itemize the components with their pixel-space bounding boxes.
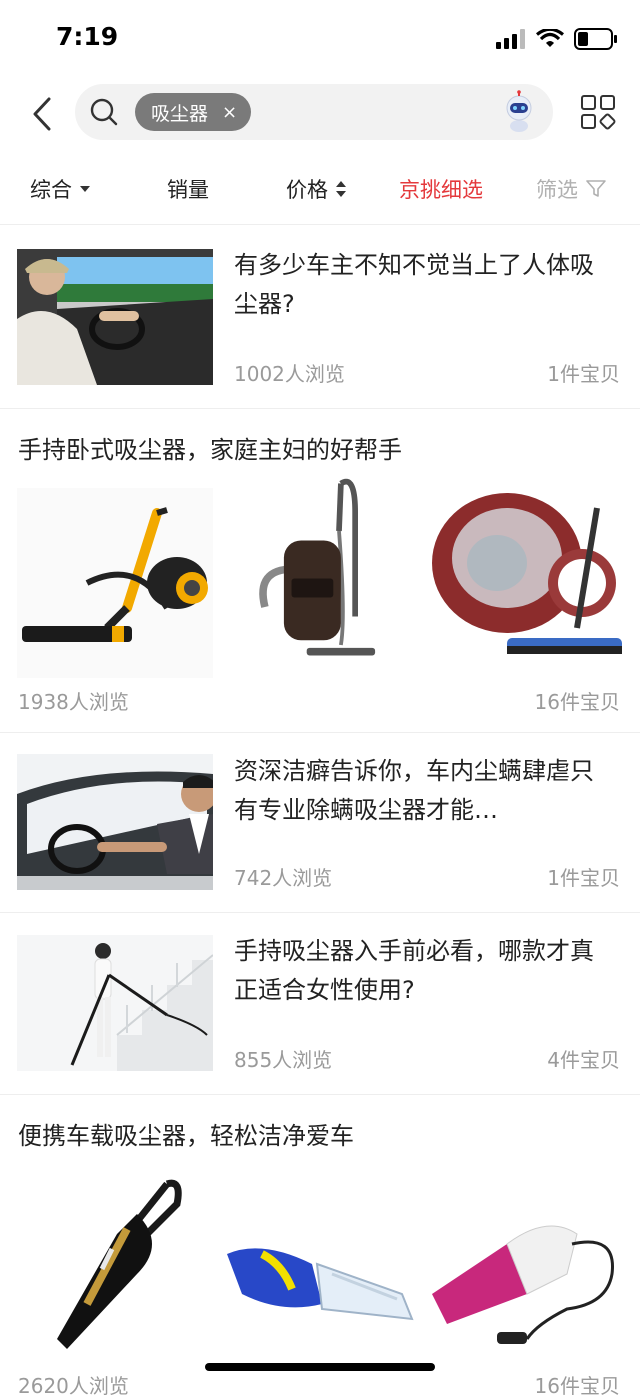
article-title: 便携车载吸尘器，轻松洁净爱车: [18, 1122, 354, 1150]
filter-button[interactable]: 筛选: [536, 174, 606, 204]
article-thumbnail: [17, 249, 213, 385]
article-card[interactable]: 有多少车主不知不觉当上了人体吸尘器? 1002人浏览 1件宝贝: [0, 226, 640, 409]
sort-comprehensive-label: 综合: [30, 178, 72, 202]
article-thumbnail: [17, 754, 213, 890]
article-title: 资深洁癖告诉你，车内尘螨肆虐只有专业除螨吸尘器才能…: [234, 757, 594, 824]
search-input[interactable]: 吸尘器 ×: [75, 84, 553, 140]
sort-price[interactable]: 价格: [286, 174, 346, 204]
article-card[interactable]: 资深洁癖告诉你，车内尘螨肆虐只有专业除螨吸尘器才能… 742人浏览 1件宝贝: [0, 732, 640, 913]
article-views: 855人浏览: [234, 1048, 333, 1072]
article-card[interactable]: 便携车载吸尘器，轻松洁净爱车 2620人浏览 16件宝贝: [0, 1094, 640, 1398]
article-item-count: 1件宝贝: [547, 866, 620, 890]
grid-view-icon[interactable]: [580, 94, 616, 130]
article-item-count: 16件宝贝: [534, 1374, 620, 1398]
product-image-cyclone-vacuum: [427, 488, 623, 678]
article-title: 手持吸尘器入手前必看，哪款才真正适合女性使用?: [234, 937, 594, 1004]
wifi-icon: [536, 29, 564, 47]
sort-price-label: 价格: [286, 178, 328, 202]
back-button[interactable]: [22, 92, 62, 136]
article-views: 1002人浏览: [234, 362, 345, 386]
home-indicator[interactable]: [205, 1363, 435, 1371]
caret-down-icon: [80, 186, 90, 192]
chevron-left-icon: [33, 97, 51, 131]
search-keyword: 吸尘器: [151, 102, 209, 125]
signal-icon: [496, 29, 525, 49]
article-title: 有多少车主不知不觉当上了人体吸尘器?: [234, 251, 594, 318]
product-image-canister-vacuum: [226, 474, 414, 664]
article-item-count: 16件宝贝: [534, 690, 620, 714]
battery-icon: [574, 28, 617, 50]
article-title: 手持卧式吸尘器，家庭主妇的好帮手: [18, 436, 402, 464]
article-thumbnail: [17, 935, 213, 1071]
article-views: 1938人浏览: [18, 690, 129, 714]
sort-comprehensive[interactable]: 综合: [30, 174, 90, 204]
chip-close-icon[interactable]: ×: [222, 102, 237, 123]
status-bar: 7:19: [0, 0, 640, 78]
sort-sales[interactable]: 销量: [167, 174, 209, 204]
status-time: 7:19: [56, 22, 119, 51]
article-item-count: 4件宝贝: [547, 1048, 620, 1072]
article-views: 742人浏览: [234, 866, 333, 890]
sort-jd-selected-label: 京挑细选: [399, 178, 483, 202]
filter-label: 筛选: [536, 178, 578, 202]
article-card[interactable]: 手持吸尘器入手前必看，哪款才真正适合女性使用? 855人浏览 4件宝贝: [0, 912, 640, 1095]
sort-sales-label: 销量: [167, 178, 209, 202]
search-header: 吸尘器 ×: [0, 78, 640, 150]
sort-jd-selected[interactable]: 京挑细选: [399, 174, 483, 204]
sort-arrows-icon: [336, 181, 346, 197]
status-icons: [496, 28, 618, 50]
article-item-count: 1件宝贝: [547, 362, 620, 386]
filter-icon: [586, 180, 606, 197]
sort-bar: 综合 销量 价格 京挑细选 筛选: [0, 160, 640, 225]
robot-assistant-icon[interactable]: [497, 90, 541, 134]
search-keyword-chip[interactable]: 吸尘器 ×: [135, 93, 252, 131]
search-icon: [90, 98, 118, 126]
article-card[interactable]: 手持卧式吸尘器，家庭主妇的好帮手 1938人浏览 16件宝贝: [0, 408, 640, 733]
product-image-handheld-vacuum-gold: [17, 1174, 213, 1364]
product-image-upright-vacuum: [17, 488, 213, 678]
article-views: 2620人浏览: [18, 1374, 129, 1398]
product-image-handheld-vacuum-pink: [427, 1214, 623, 1364]
